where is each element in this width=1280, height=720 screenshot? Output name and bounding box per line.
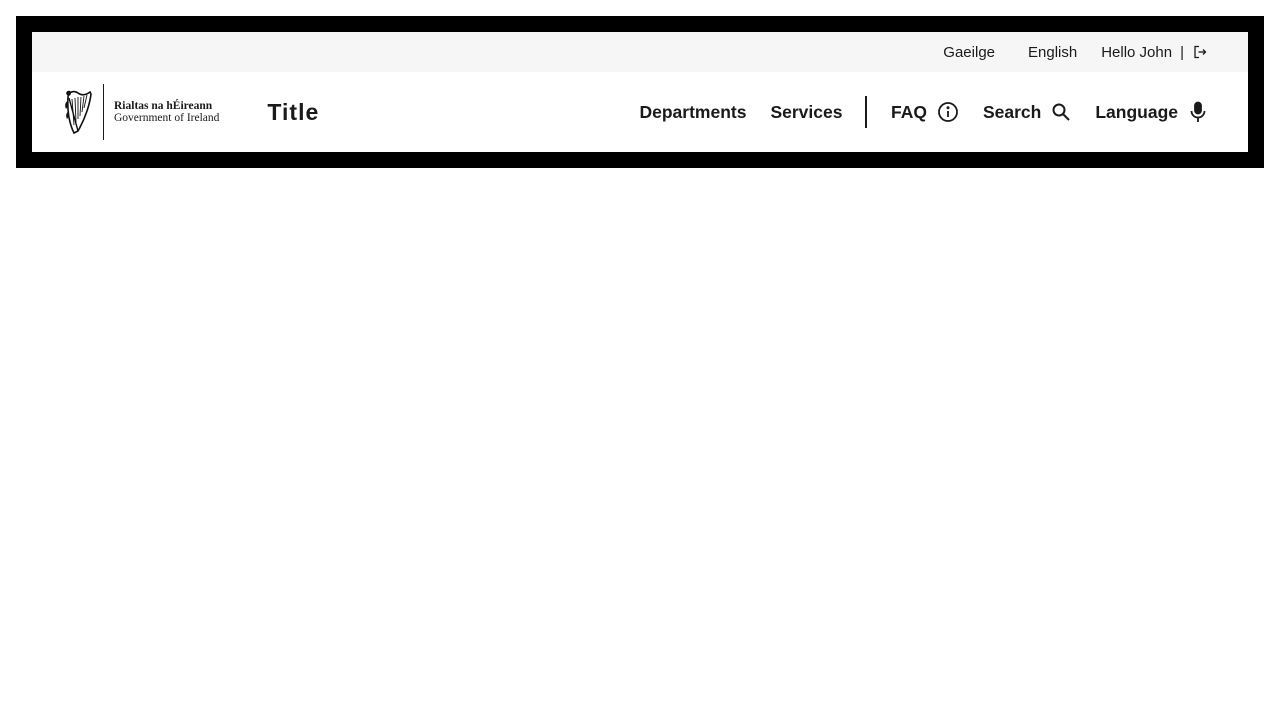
language-english-link[interactable]: English bbox=[1028, 44, 1077, 61]
greeting-separator: | bbox=[1180, 43, 1184, 61]
site-header: Gaeilge English Hello John | Rialtas na … bbox=[32, 32, 1248, 152]
microphone-icon bbox=[1188, 101, 1208, 123]
primary-nav: Departments Services FAQ Search Language bbox=[639, 96, 1208, 128]
nav-departments[interactable]: Departments bbox=[639, 102, 746, 123]
nav-search-label: Search bbox=[982, 101, 1042, 122]
nav-services-label: Services bbox=[770, 101, 843, 122]
logo-divider bbox=[103, 84, 104, 140]
harp-icon bbox=[65, 90, 92, 135]
info-icon bbox=[937, 101, 959, 123]
utility-bar: Gaeilge English Hello John | bbox=[32, 32, 1248, 72]
logo-line-english: Government of Ireland bbox=[114, 112, 220, 124]
page-title: Title bbox=[267, 98, 320, 125]
nav-language[interactable]: Language bbox=[1095, 101, 1208, 123]
nav-departments-label: Departments bbox=[639, 101, 747, 122]
logo-wordmark: Rialtas na hÉireann Government of Irelan… bbox=[114, 100, 219, 124]
main-navbar: Rialtas na hÉireann Government of Irelan… bbox=[32, 72, 1248, 152]
logout-icon[interactable] bbox=[1193, 45, 1207, 59]
header-frame: Gaeilge English Hello John | Rialtas na … bbox=[16, 16, 1264, 168]
nav-divider bbox=[865, 96, 867, 128]
logo-line-irish: Rialtas na hÉireann bbox=[114, 100, 213, 112]
nav-faq-label: FAQ bbox=[890, 101, 927, 122]
language-gaeilge-link[interactable]: Gaeilge bbox=[943, 44, 995, 61]
nav-language-label: Language bbox=[1095, 101, 1178, 122]
government-logo[interactable]: Rialtas na hÉireann Government of Irelan… bbox=[64, 84, 219, 140]
user-greeting: Hello John bbox=[1101, 43, 1173, 61]
nav-services[interactable]: Services bbox=[770, 102, 842, 123]
nav-search[interactable]: Search bbox=[983, 102, 1071, 123]
nav-faq[interactable]: FAQ bbox=[891, 101, 959, 123]
search-icon bbox=[1051, 102, 1071, 122]
